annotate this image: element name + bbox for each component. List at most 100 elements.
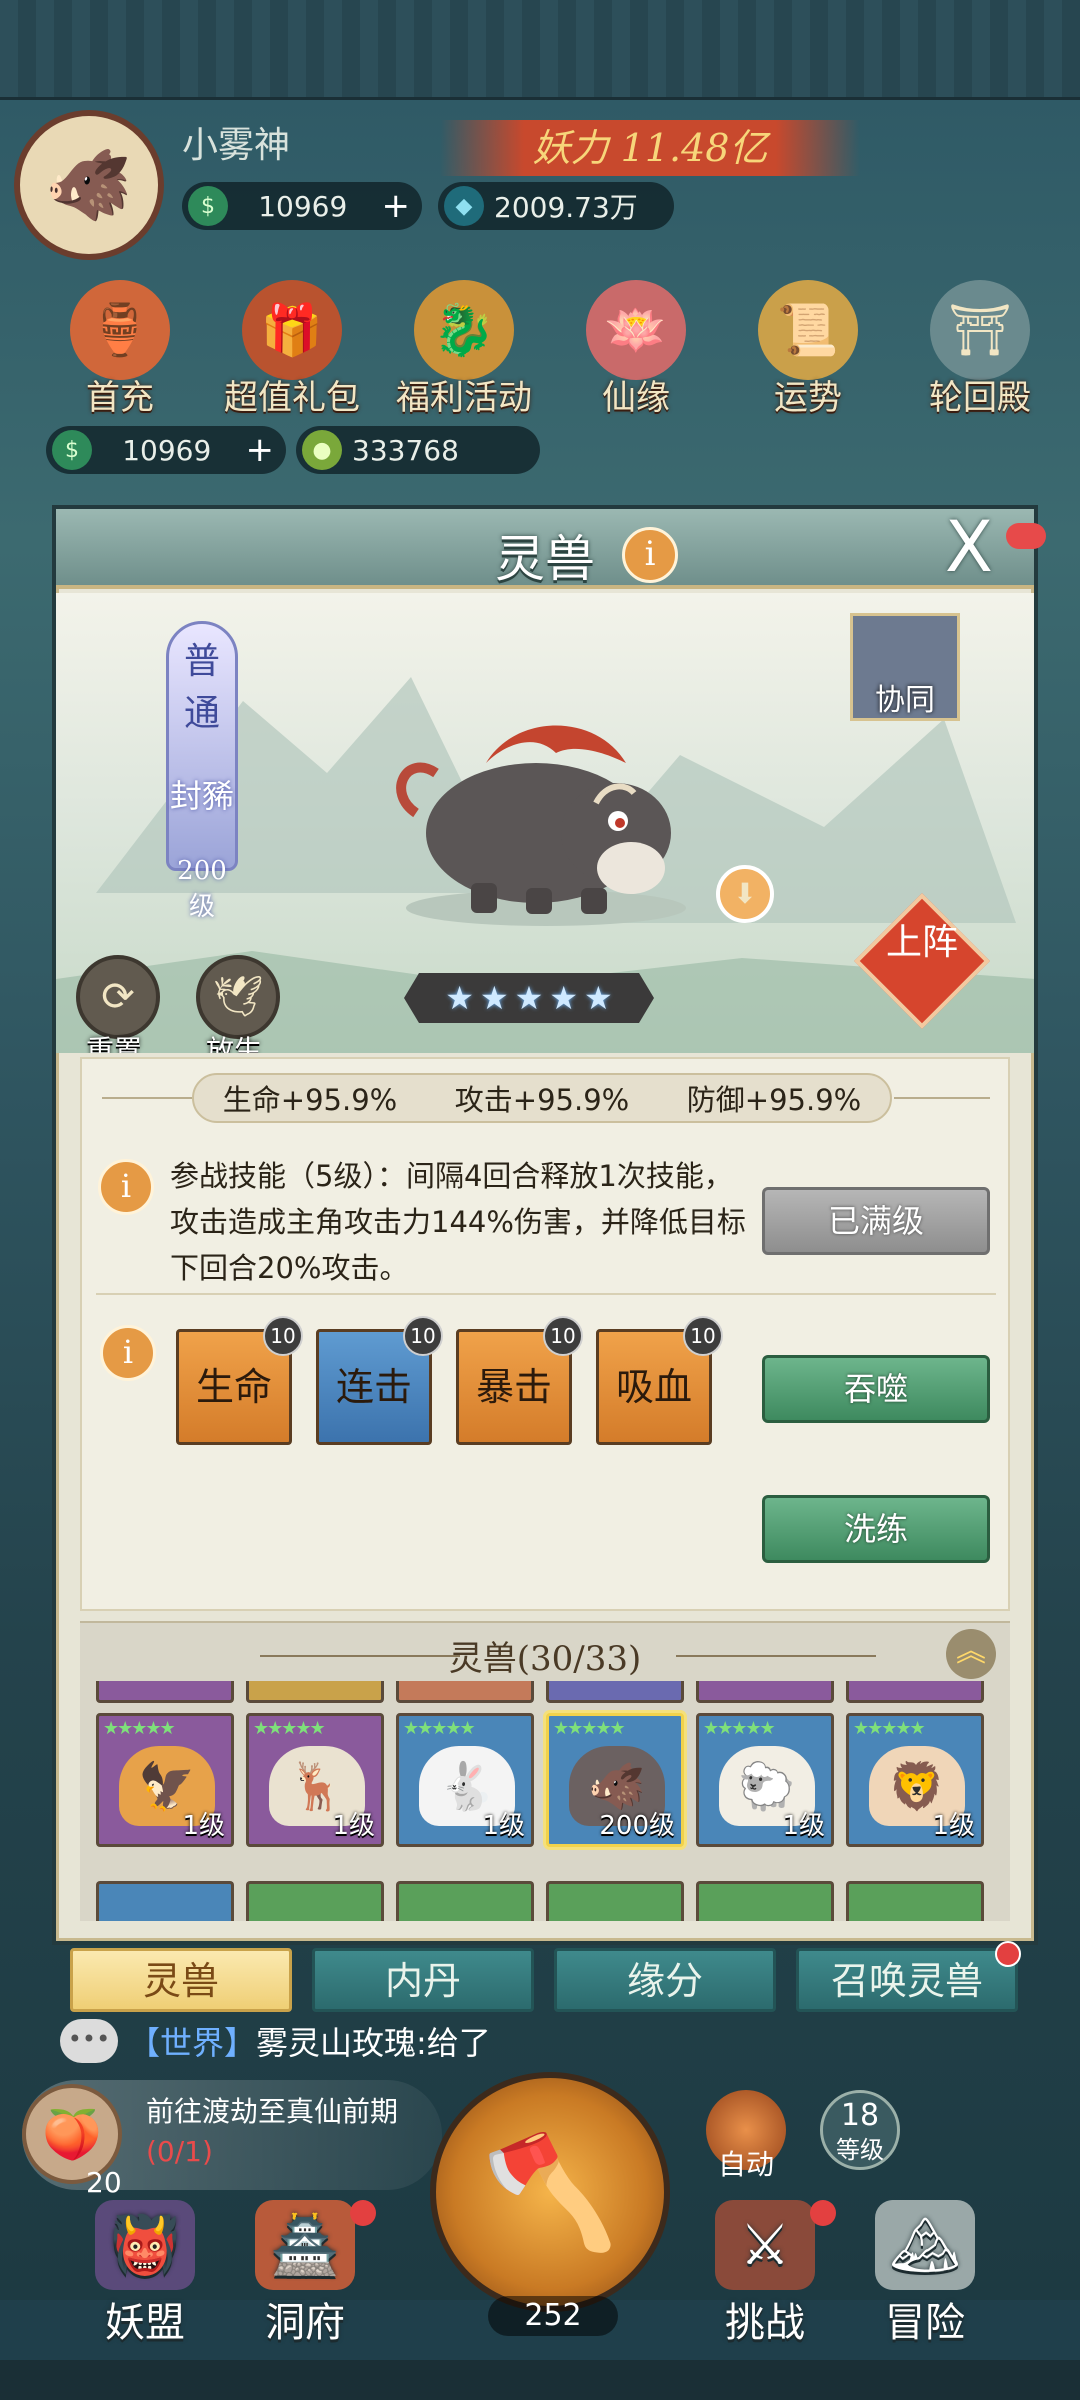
chat-line[interactable]: ••• 【世界】 雾灵山玫瑰:给了 bbox=[60, 2016, 760, 2066]
nav-adventure[interactable]: 🏔 冒险 bbox=[850, 2200, 1000, 2346]
tab-fate[interactable]: 缘分 bbox=[554, 1948, 776, 2012]
rarity-tag: 普通 封豨 200级 bbox=[166, 621, 238, 922]
activity-label: 超值礼包 bbox=[224, 378, 360, 418]
roster-card-partial[interactable] bbox=[396, 1681, 534, 1703]
sub-attr-lifesteal[interactable]: 吸血 10 bbox=[596, 1316, 723, 1445]
roster-title: 灵兽(30/33) bbox=[448, 1639, 642, 1679]
card-stars: ★★★★★ bbox=[253, 1718, 326, 1739]
nav-cave[interactable]: 🏯 洞府 bbox=[230, 2200, 380, 2346]
sub-attr-level-badge: 10 bbox=[263, 1316, 303, 1356]
roster-card-partial[interactable] bbox=[246, 1681, 384, 1703]
chat-channel: 【世界】 bbox=[128, 2024, 257, 2062]
card-stars: ★★★★★ bbox=[553, 1718, 626, 1739]
jade-coin-icon: $ bbox=[52, 430, 92, 470]
roster-card[interactable]: ★★★★★ 🐇 1级 bbox=[396, 1713, 534, 1847]
drop-icon[interactable]: ⬇ bbox=[716, 865, 774, 923]
devour-button[interactable]: 吞噬 bbox=[762, 1355, 990, 1423]
activity-immortal-fate[interactable]: 🪷 仙缘 bbox=[556, 280, 716, 420]
temple-icon: ⛩ bbox=[930, 280, 1030, 380]
lotus-icon: 🪷 bbox=[586, 280, 686, 380]
crystal-icon: ◆ bbox=[444, 186, 484, 226]
release-bird-icon[interactable]: 🕊 bbox=[196, 955, 280, 1039]
release-label: 放生 bbox=[206, 1034, 263, 1053]
tab-summon[interactable]: 召唤灵兽 bbox=[796, 1941, 1021, 2012]
sub-attr-hp[interactable]: 生命 10 bbox=[176, 1316, 303, 1445]
auto-button[interactable]: 自动 bbox=[706, 2090, 786, 2181]
roster-card-partial[interactable] bbox=[246, 1881, 384, 1921]
roster-card[interactable]: ★★★★★ 🦁 1级 bbox=[846, 1713, 984, 1847]
card-level: 1级 bbox=[932, 1811, 975, 1841]
roster-card[interactable]: ★★★★★ 🦅 1级 bbox=[96, 1713, 234, 1847]
bottom-decor-strip bbox=[0, 2360, 1080, 2400]
activity-welfare[interactable]: 🐉 福利活动 bbox=[384, 280, 544, 420]
roster-card-partial[interactable] bbox=[546, 1681, 684, 1703]
roster-card-partial[interactable] bbox=[696, 1881, 834, 1921]
roster-card-partial[interactable] bbox=[96, 1881, 234, 1921]
activity-reincarnation[interactable]: ⛩ 轮回殿 bbox=[900, 280, 1060, 420]
cave-icon: 🏯 bbox=[255, 2200, 355, 2290]
quest-text: 前往渡劫至真仙前期 (0/1) bbox=[146, 2092, 436, 2172]
quest-tracker[interactable]: 🍑 前往渡劫至真仙前期(0/1) bbox=[22, 2080, 442, 2190]
sub-attr-info-icon[interactable]: i bbox=[100, 1325, 156, 1381]
axe-count: 252 bbox=[488, 2296, 618, 2336]
roster-card-partial[interactable] bbox=[396, 1881, 534, 1921]
collapse-chevron-icon[interactable]: ︽ bbox=[946, 1629, 996, 1679]
roster-card-partial[interactable] bbox=[96, 1681, 234, 1703]
skill-info-icon[interactable]: i bbox=[98, 1159, 154, 1215]
nav-challenge[interactable]: ⚔ 挑战 bbox=[690, 2200, 840, 2346]
max-level-button[interactable]: 已满级 bbox=[762, 1187, 990, 1255]
sub-attr-combo[interactable]: 连击 10 bbox=[316, 1316, 443, 1445]
beast-level: 200级 bbox=[177, 856, 227, 922]
cooperate-button[interactable]: 协同 bbox=[850, 613, 960, 721]
tab-spirit-beast[interactable]: 灵兽 bbox=[70, 1948, 292, 2012]
level-label: 等级 bbox=[836, 2136, 884, 2164]
roster-card-partial[interactable] bbox=[696, 1681, 834, 1703]
add-jade-button[interactable]: + bbox=[382, 186, 411, 226]
card-level: 1级 bbox=[482, 1811, 525, 1841]
boar-beast-figure bbox=[396, 725, 686, 926]
activity-gift-pack[interactable]: 🎁 超值礼包 bbox=[212, 280, 372, 420]
quest-number: 20 bbox=[86, 2166, 122, 2199]
roster-card-partial[interactable] bbox=[546, 1881, 684, 1921]
chat-bubble-icon[interactable]: ••• bbox=[60, 2019, 118, 2063]
activity-label: 运势 bbox=[774, 378, 842, 418]
player-avatar[interactable]: 🐗 bbox=[14, 110, 164, 260]
detail-panel: 生命+95.9% 攻击+95.9% 防御+95.9% i 参战技能（5级）：间隔… bbox=[80, 1057, 1010, 1611]
dragon-icon: 🐉 bbox=[414, 280, 514, 380]
deploy-button-label[interactable]: 上阵 bbox=[872, 915, 972, 1015]
activity-fortune[interactable]: 📜 运势 bbox=[728, 280, 888, 420]
roster-card[interactable]: ★★★★★ 🐑 1级 bbox=[696, 1713, 834, 1847]
close-button[interactable]: X bbox=[934, 512, 1004, 585]
add-jade-resource-button[interactable]: + bbox=[246, 430, 275, 470]
nav-label: 冒险 bbox=[885, 2300, 965, 2346]
reset-label: 重置 bbox=[86, 1034, 143, 1053]
star-rating: ★ ★ ★ ★ ★ bbox=[404, 973, 654, 1023]
refine-button[interactable]: 洗练 bbox=[762, 1495, 990, 1563]
tab-inner-core[interactable]: 内丹 bbox=[312, 1948, 534, 2012]
nav-demon-alliance[interactable]: 👹 妖盟 bbox=[70, 2200, 220, 2346]
crystal-currency-value: 2009.73万 bbox=[494, 191, 638, 224]
star-icon: ★ bbox=[514, 979, 544, 1017]
level-badge[interactable]: 18 等级 bbox=[820, 2090, 900, 2170]
card-stars: ★★★★★ bbox=[403, 1718, 476, 1739]
sub-attr-label: 吸血 bbox=[615, 1365, 692, 1409]
axe-icon[interactable]: 🪓 bbox=[430, 2072, 670, 2312]
notification-dot bbox=[810, 2200, 836, 2226]
activity-row: 🏺 首充 🎁 超值礼包 🐉 福利活动 🪷 仙缘 📜 运势 ⛩ 轮回殿 bbox=[40, 280, 1060, 420]
roster-card-partial[interactable] bbox=[846, 1881, 984, 1921]
activity-label: 首充 bbox=[86, 378, 154, 418]
title-info-icon[interactable]: i bbox=[622, 527, 678, 583]
roster-card-partial[interactable] bbox=[846, 1681, 984, 1703]
jade-currency-value: 10969 bbox=[258, 189, 348, 223]
adventure-icon: 🏔 bbox=[875, 2200, 975, 2290]
roster-card[interactable]: ★★★★★ 🦌 1级 bbox=[246, 1713, 384, 1847]
activity-first-recharge[interactable]: 🏺 首充 bbox=[40, 280, 200, 420]
reset-icon[interactable]: ⟳ bbox=[76, 955, 160, 1039]
sub-attr-crit[interactable]: 暴击 10 bbox=[456, 1316, 583, 1445]
activity-label: 轮回殿 bbox=[929, 378, 1031, 418]
crystal-currency-pill: ◆ 2009.73万 bbox=[438, 182, 674, 230]
sub-attr-level-badge: 10 bbox=[683, 1316, 723, 1356]
beast-name: 封豨 bbox=[169, 777, 234, 815]
roster-card-selected[interactable]: ★★★★★ 🐗 200级 bbox=[546, 1713, 684, 1847]
beast-showcase: 普通 封豨 200级 协同 ⟳ 重置 🕊 放生 ⬇ 上阵 ★ ★ ★ ★ ★ bbox=[56, 593, 1034, 1053]
